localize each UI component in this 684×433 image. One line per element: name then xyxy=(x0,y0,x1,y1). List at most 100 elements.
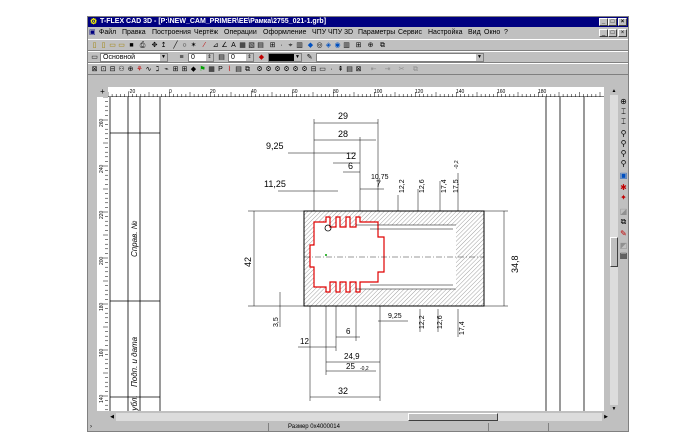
menu-service[interactable]: Сервис xyxy=(398,27,422,38)
disabled-tool-icon[interactable]: ◪ xyxy=(619,207,628,216)
doc-restore-button[interactable]: □ xyxy=(608,29,617,37)
menu-view[interactable]: Вид xyxy=(468,27,481,38)
circle-icon[interactable]: ○ xyxy=(181,42,188,49)
filter5-icon[interactable]: ⚙ xyxy=(292,66,299,73)
selector-icon[interactable]: · xyxy=(278,42,285,49)
grid-icon[interactable]: ⊞ xyxy=(355,42,362,49)
scroll-left-icon[interactable]: ◀ xyxy=(108,413,116,421)
open-icon[interactable]: ▭ xyxy=(109,42,116,49)
operation-icon[interactable]: ◉ xyxy=(334,42,341,49)
scroll-thumb[interactable] xyxy=(610,237,618,267)
snap-point-icon[interactable]: ✱ xyxy=(619,183,628,192)
snap6-icon[interactable]: ⊞ xyxy=(181,66,188,73)
zoom-prev-icon[interactable]: ⊟ xyxy=(109,66,116,73)
table-icon[interactable]: ▥ xyxy=(296,42,303,49)
fit2-icon[interactable]: ⌶ xyxy=(619,117,628,126)
zoom-in-icon[interactable]: ⊕ xyxy=(619,97,628,106)
color-select[interactable]: ▼ xyxy=(268,53,302,62)
text-icon[interactable]: A xyxy=(230,42,237,49)
filter2-icon[interactable]: ⚙ xyxy=(265,66,272,73)
link-icon[interactable]: ⌖ xyxy=(287,42,294,49)
menu-help[interactable]: ? xyxy=(504,27,508,38)
filter6-icon[interactable]: ⚙ xyxy=(301,66,308,73)
snap-icon[interactable]: ⚘ xyxy=(136,66,143,73)
snap8-icon[interactable]: ⚑ xyxy=(199,66,206,73)
magnify-icon[interactable]: ⚲ xyxy=(619,129,628,138)
sketch-icon[interactable]: ⁄ xyxy=(201,42,208,49)
snap3-icon[interactable]: ℷ xyxy=(154,66,161,73)
menu-settings[interactable]: Настройка xyxy=(428,27,462,38)
window-icon[interactable]: ⧉ xyxy=(379,42,386,49)
scroll-up-icon[interactable]: ▲ xyxy=(610,87,618,95)
spec-icon[interactable]: ▥ xyxy=(343,42,350,49)
menu-cnc[interactable]: ЧПУ xyxy=(312,27,326,38)
cut-icon[interactable]: ✂ xyxy=(398,66,405,73)
document-icon[interactable]: ▣ xyxy=(89,27,97,38)
drawing-canvas[interactable]: Справ. № Подп. и дата дубл. 29 28 9,25 1… xyxy=(108,97,604,411)
disabled-tool2-icon[interactable]: ◩ xyxy=(619,241,628,250)
save-icon[interactable]: ■ xyxy=(128,42,135,49)
window-tool-icon[interactable]: ▤ xyxy=(619,251,628,260)
menu-design[interactable]: Оформление xyxy=(263,27,306,38)
level-field[interactable]: 0 ⇕ xyxy=(228,53,254,62)
undo-icon[interactable]: ⇤ xyxy=(370,66,377,73)
image-icon[interactable]: ▧ xyxy=(248,42,255,49)
vertical-scrollbar[interactable]: ▲ ▼ xyxy=(610,87,618,413)
brush-icon[interactable]: ✎ xyxy=(619,229,628,238)
snap5-icon[interactable]: ⊞ xyxy=(172,66,179,73)
insert-icon[interactable]: ⊕ xyxy=(367,42,374,49)
copy-icon[interactable]: ⧉ xyxy=(412,66,419,73)
edit-dim-icon[interactable]: ∠ xyxy=(221,42,228,49)
close-button[interactable]: × xyxy=(618,18,627,26)
menu-construct[interactable]: Построения xyxy=(152,27,191,38)
solid-icon[interactable]: ◈ xyxy=(325,42,332,49)
snap9-icon[interactable]: ▦ xyxy=(208,66,215,73)
snap2-icon[interactable]: ∿ xyxy=(145,66,152,73)
open-folder-icon[interactable]: ▭ xyxy=(118,42,125,49)
zoom-minus-icon[interactable]: ⚲ xyxy=(619,149,628,158)
shape-icon[interactable]: ◎ xyxy=(316,42,323,49)
hatch-icon[interactable]: ▦ xyxy=(239,42,246,49)
maximize-button[interactable]: □ xyxy=(608,18,617,26)
doc-close-button[interactable]: × xyxy=(618,29,627,37)
snap4-icon[interactable]: ⌁ xyxy=(163,66,170,73)
pan-icon[interactable]: ✥ xyxy=(151,42,158,49)
scroll-down-icon[interactable]: ▼ xyxy=(610,405,618,413)
menu-window[interactable]: Окно xyxy=(484,27,500,38)
arrow-icon[interactable]: ↥ xyxy=(160,42,167,49)
zoom-pan-icon[interactable]: ⚲ xyxy=(619,159,628,168)
zoom-window-icon[interactable]: ⊠ xyxy=(91,66,98,73)
fragment-icon[interactable]: ▤ xyxy=(257,42,264,49)
filter9-icon[interactable]: ∙ xyxy=(328,66,335,73)
filter1-icon[interactable]: ⚙ xyxy=(256,66,263,73)
dimension-icon[interactable]: ⊿ xyxy=(212,42,219,49)
filter8-icon[interactable]: ▭ xyxy=(319,66,326,73)
layer-select[interactable]: Основной ▼ xyxy=(100,53,168,62)
menu-parameters[interactable]: Параметры xyxy=(358,27,395,38)
menu-operations[interactable]: Операции xyxy=(224,27,257,38)
menu-file[interactable]: Файл xyxy=(99,27,116,38)
snap12-icon[interactable]: ▤ xyxy=(235,66,242,73)
filter3-icon[interactable]: ⚙ xyxy=(274,66,281,73)
snap7-icon[interactable]: ◆ xyxy=(190,66,197,73)
new-3d-icon[interactable]: ▯ xyxy=(100,42,107,49)
style-select[interactable]: ▼ xyxy=(316,53,484,62)
menu-drawing[interactable]: Чертёж xyxy=(194,27,218,38)
new-file-icon[interactable]: ▯ xyxy=(91,42,98,49)
fit-icon[interactable]: ⌶ xyxy=(619,107,628,116)
layers-icon[interactable]: ▣ xyxy=(619,171,628,180)
snap10-icon[interactable]: P xyxy=(217,66,224,73)
redo-icon[interactable]: ⇥ xyxy=(384,66,391,73)
variables-icon[interactable]: ⊞ xyxy=(269,42,276,49)
snap11-icon[interactable]: ⌇ xyxy=(226,66,233,73)
ruler-origin-icon[interactable]: + xyxy=(97,87,108,97)
doc-minimize-button[interactable]: _ xyxy=(599,29,608,37)
snap13-icon[interactable]: ⧉ xyxy=(244,66,251,73)
filter12-icon[interactable]: ⊠ xyxy=(355,66,362,73)
measure-icon[interactable]: ⊕ xyxy=(127,66,134,73)
line-icon[interactable]: ╱ xyxy=(172,42,179,49)
print-icon[interactable]: ⎙ xyxy=(139,42,146,49)
scroll-thumb[interactable] xyxy=(408,413,498,421)
width-field[interactable]: 0 ⇕ xyxy=(188,53,214,62)
minimize-button[interactable]: _ xyxy=(599,18,608,26)
